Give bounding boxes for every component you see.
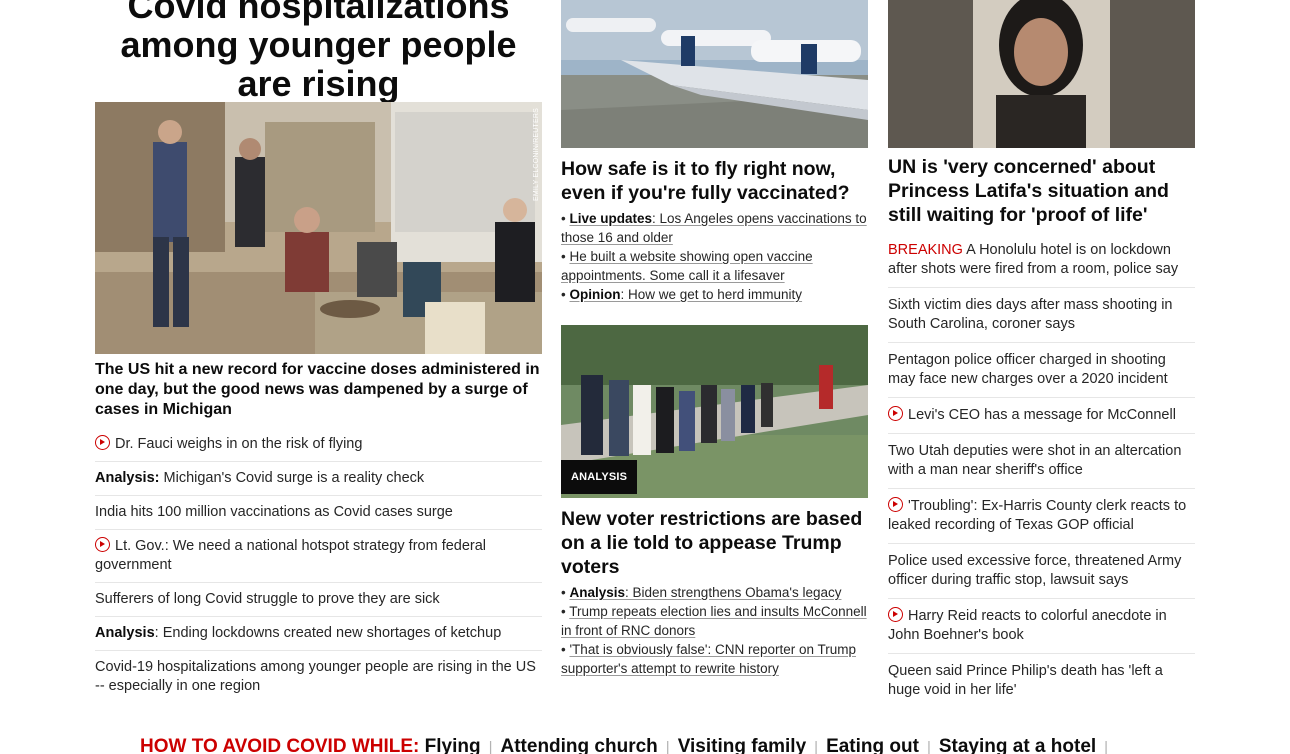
separator: | <box>488 739 493 754</box>
play-video-icon <box>95 435 110 450</box>
play-video-icon <box>95 537 110 552</box>
link-staying-at-hotel[interactable]: Staying at a hotel <box>939 736 1096 754</box>
list-item[interactable]: Sixth victim dies days after mass shooti… <box>888 288 1195 343</box>
link-attending-church[interactable]: Attending church <box>501 736 658 754</box>
list-item[interactable]: Two Utah deputies were shot in an alterc… <box>888 434 1195 489</box>
list-item-text: Covid-19 hospitalizations among younger … <box>95 659 536 694</box>
bullet-text: Trump repeats election lies and insults … <box>561 604 867 638</box>
covid-avoid-strip: HOW TO AVOID COVID WHILE: Flying | Attendi… <box>140 736 1116 754</box>
bullet-item[interactable]: • Live updates: Los Angeles opens vaccin… <box>561 209 868 247</box>
related-stories-list: Dr. Fauci weighs in on the risk of flyin… <box>95 428 542 703</box>
play-video-icon <box>888 497 903 512</box>
list-item-text: Queen said Prince Philip's death has 'le… <box>888 663 1163 698</box>
list-item[interactable]: Harry Reid reacts to colorful anecdote i… <box>888 599 1195 654</box>
bullet-text: 'That is obviously false': CNN reporter … <box>561 642 856 676</box>
link-visiting-family[interactable]: Visiting family <box>678 736 806 754</box>
list-item[interactable]: Lt. Gov.: We need a national hotspot str… <box>95 530 542 583</box>
list-item[interactable]: Analysis: Ending lockdowns created new s… <box>95 617 542 651</box>
list-item[interactable]: Analysis: Michigan's Covid surge is a re… <box>95 462 542 496</box>
list-item[interactable]: BREAKING A Honolulu hotel is on lockdown… <box>888 233 1195 288</box>
list-item-text: India hits 100 million vaccinations as C… <box>95 504 453 520</box>
play-video-icon <box>888 406 903 421</box>
list-item[interactable]: Queen said Prince Philip's death has 'le… <box>888 654 1195 708</box>
list-item-text: Sufferers of long Covid struggle to prov… <box>95 591 440 607</box>
link-flying[interactable]: Flying <box>425 736 481 754</box>
list-item[interactable]: Levi's CEO has a message for McConnell <box>888 398 1195 434</box>
list-item-text: Levi's CEO has a message for McConnell <box>908 407 1176 423</box>
list-item-text: Sixth victim dies days after mass shooti… <box>888 297 1173 332</box>
bullet-item[interactable]: • Opinion: How we get to herd immunity <box>561 285 868 304</box>
analysis-tag: ANALYSIS <box>561 460 638 494</box>
bullet-text: : Biden strengthens Obama's legacy <box>625 585 842 600</box>
bullet-text: : How we get to herd immunity <box>620 287 803 302</box>
analysis-label: Analysis: <box>95 470 160 486</box>
separator: | <box>926 739 931 754</box>
analysis-label: Analysis <box>569 585 626 600</box>
breaking-label: BREAKING <box>888 242 963 258</box>
avoid-covid-label: HOW TO AVOID COVID WHILE: <box>140 736 420 754</box>
voter-bullets: • Analysis: Biden strengthens Obama's le… <box>561 583 868 678</box>
bullet-text: He built a website showing open vaccine … <box>561 249 813 283</box>
list-item[interactable]: Sufferers of long Covid struggle to prov… <box>95 583 542 617</box>
list-item-text: : Ending lockdowns created new shortages… <box>154 625 502 641</box>
opinion-label: Opinion <box>569 287 621 302</box>
list-item[interactable]: Covid-19 hospitalizations among younger … <box>95 651 542 703</box>
bullet-item[interactable]: • He built a website showing open vaccin… <box>561 247 868 285</box>
lead-headline[interactable]: The US hit a new record for vaccine dose… <box>95 360 542 420</box>
princess-latifa-photo[interactable] <box>888 0 1195 148</box>
bullet-item[interactable]: • Analysis: Biden strengthens Obama's le… <box>561 583 868 602</box>
airplanes-photo[interactable] <box>561 0 868 148</box>
fly-safety-bullets: • Live updates: Los Angeles opens vaccin… <box>561 209 868 304</box>
fly-safety-headline[interactable]: How safe is it to fly right now, even if… <box>561 157 868 205</box>
list-item-text: Police used excessive force, threatened … <box>888 553 1182 588</box>
list-item-text: 'Troubling': Ex-Harris County clerk reac… <box>888 498 1187 533</box>
play-video-icon <box>888 607 903 622</box>
analysis-label: Analysis <box>95 625 155 641</box>
hero-photo-outdoor-dining[interactable]: EMILY ELCONIN/REUTERS <box>95 102 542 354</box>
list-item-text: Lt. Gov.: We need a national hotspot str… <box>95 538 487 573</box>
list-item-text: Michigan's Covid surge is a reality chec… <box>159 470 425 486</box>
list-item-text: Dr. Fauci weighs in on the risk of flyin… <box>115 436 363 452</box>
latifa-headline[interactable]: UN is 'very concerned' about Princess La… <box>888 155 1195 227</box>
bullet-item[interactable]: • 'That is obviously false': CNN reporte… <box>561 640 868 678</box>
list-item[interactable]: Pentagon police officer charged in shoot… <box>888 343 1195 398</box>
list-item[interactable]: Police used excessive force, threatened … <box>888 544 1195 599</box>
voter-restrictions-headline[interactable]: New voter restrictions are based on a li… <box>561 507 868 579</box>
live-updates-label: Live updates <box>569 211 653 226</box>
separator: | <box>1104 739 1109 754</box>
separator: | <box>665 739 670 754</box>
list-item[interactable]: India hits 100 million vaccinations as C… <box>95 496 542 530</box>
list-item[interactable]: 'Troubling': Ex-Harris County clerk reac… <box>888 489 1195 544</box>
photo-credit: EMILY ELCONIN/REUTERS <box>533 108 540 202</box>
list-item-text: Harry Reid reacts to colorful anecdote i… <box>888 608 1167 643</box>
list-item-text: Pentagon police officer charged in shoot… <box>888 352 1168 387</box>
separator: | <box>814 739 819 754</box>
list-item[interactable]: Dr. Fauci weighs in on the risk of flyin… <box>95 428 542 462</box>
hero-headline[interactable]: Covid hospitalizations among younger peo… <box>95 0 542 103</box>
latest-news-list: BREAKING A Honolulu hotel is on lockdown… <box>888 233 1195 708</box>
link-eating-out[interactable]: Eating out <box>826 736 919 754</box>
list-item-text: Two Utah deputies were shot in an alterc… <box>888 443 1182 478</box>
bullet-item[interactable]: • Trump repeats election lies and insult… <box>561 602 868 640</box>
